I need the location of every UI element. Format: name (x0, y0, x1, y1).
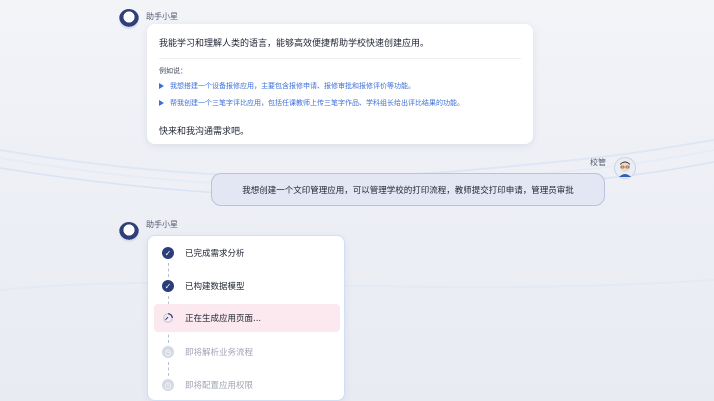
progress-step: ◷ 即将解析业务流程 (148, 338, 344, 366)
progress-step-active: 正在生成应用页面... (154, 304, 340, 332)
assistant-avatar-icon (119, 9, 139, 29)
suggestion-text: 我想搭建一个设备报修应用，主要包含报修申请、报修审批和报修评价等功能。 (170, 82, 415, 90)
user-avatar-icon (614, 157, 636, 179)
assistant-closing-text: 快来和我沟通需求吧。 (159, 127, 250, 137)
suggestion-text: 帮我创建一个三笔字评比应用，包括任课教师上传三笔字作品、学科组长给出评比结果的功… (170, 99, 464, 107)
assistant-avatar-icon (119, 222, 139, 242)
suggestion-item[interactable]: 我想搭建一个设备报修应用，主要包含报修申请、报修审批和报修评价等功能。 (159, 81, 415, 91)
suggestion-item[interactable]: 帮我创建一个三笔字评比应用，包括任课教师上传三笔字作品、学科组长给出评比结果的功… (159, 98, 464, 108)
bubble-divider (159, 58, 521, 59)
user-message-text: 我想创建一个文印管理应用，可以管理学校的打印流程，教师提交打印申请，管理员审批 (242, 185, 574, 196)
loading-spinner-icon (162, 312, 174, 324)
assistant-name: 助手小星 (146, 12, 178, 21)
check-circle-icon: ✓ (162, 247, 174, 259)
step-label: 已完成需求分析 (185, 249, 245, 259)
assistant-intro-text: 我能学习和理解人类的语言，能够高效便捷帮助学校快速创建应用。 (159, 39, 430, 49)
progress-steps-card: ✓ 已完成需求分析 ✓ 已构建数据模型 正在生成应用页面... ◷ 即将解析业务… (147, 235, 345, 401)
user-message-bubble: 我想创建一个文印管理应用，可以管理学校的打印流程，教师提交打印申请，管理员审批 (211, 173, 605, 206)
assistant-name: 助手小星 (146, 220, 178, 229)
step-label: 正在生成应用页面... (185, 314, 262, 324)
step-label: 即将配置应用权限 (185, 381, 254, 391)
assistant-intro-bubble: 我能学习和理解人类的语言，能够高效便捷帮助学校快速创建应用。 例如说： 我想搭建… (147, 24, 533, 144)
progress-step: ◷ 即将配置应用权限 (148, 371, 344, 399)
check-circle-icon: ✓ (162, 280, 174, 292)
user-name: 校管 (590, 158, 606, 167)
example-heading: 例如说： (159, 67, 187, 75)
progress-step: ✓ 已构建数据模型 (148, 272, 344, 300)
step-label: 即将解析业务流程 (185, 348, 254, 358)
progress-step: ✓ 已完成需求分析 (148, 239, 344, 267)
play-arrow-icon (159, 100, 164, 106)
clock-icon: ◷ (162, 346, 174, 358)
clock-icon: ◷ (162, 379, 174, 391)
play-arrow-icon (159, 83, 164, 89)
step-label: 已构建数据模型 (185, 282, 245, 292)
